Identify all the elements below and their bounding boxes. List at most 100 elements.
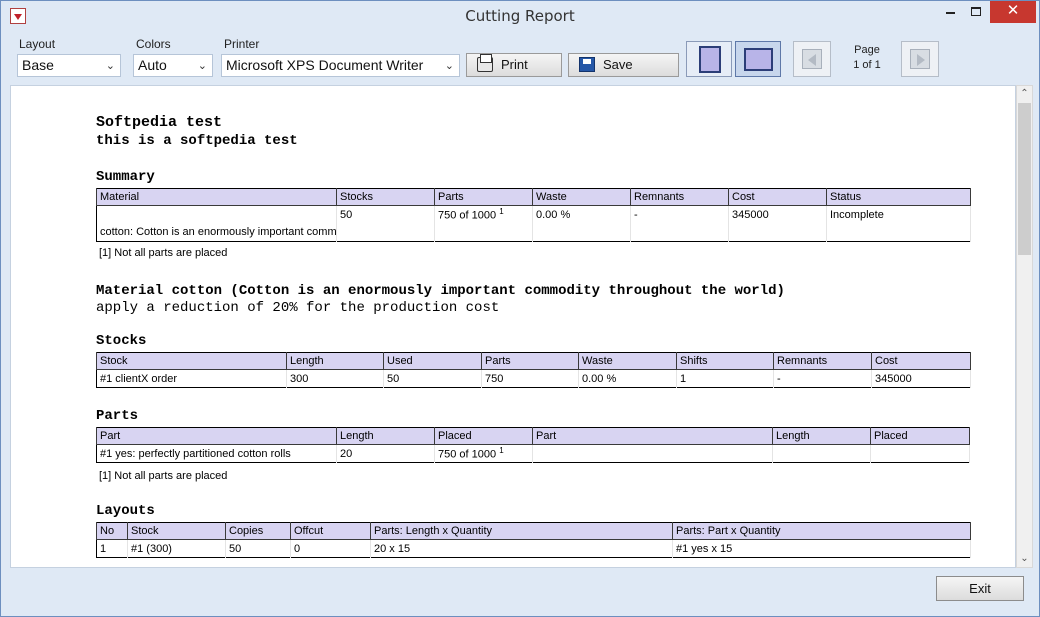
table-cell (826, 223, 971, 242)
save-button[interactable]: Save (568, 53, 679, 77)
scrollbar-thumb[interactable] (1018, 103, 1031, 255)
table-row: #1 clientX order 300 50 750 0.00 % 1 - 3… (96, 369, 971, 388)
table-cell: 50 (225, 539, 291, 558)
stocks-table: Stock Length Used Parts Waste Shifts Rem… (96, 352, 971, 388)
save-button-label: Save (603, 57, 633, 72)
print-button-label: Print (501, 57, 528, 72)
chevron-down-icon: ⌄ (105, 60, 115, 72)
column-header: Parts: Part x Quantity (672, 522, 971, 540)
maximize-icon (971, 7, 981, 17)
column-header: Part (532, 427, 773, 445)
minimize-button[interactable] (937, 1, 963, 23)
table-cell: 1 (96, 539, 128, 558)
summary-header-row: Material Stocks Parts Waste Remnants Cos… (96, 188, 971, 206)
column-header: Length (772, 427, 871, 445)
column-header: Part (96, 427, 337, 445)
table-row: #1 yes: perfectly partitioned cotton rol… (96, 444, 970, 463)
material-heading: Material cotton (Cotton is an enormously… (96, 283, 785, 299)
column-header: Cost (728, 188, 827, 206)
column-header: Stocks (336, 188, 435, 206)
column-header: Copies (225, 522, 291, 540)
colors-select[interactable]: Auto ⌄ (133, 54, 213, 77)
parts-header-row: Part Length Placed Part Length Placed (96, 427, 970, 445)
table-row: 50 750 of 1000 1 0.00 % - 345000 Incompl… (96, 205, 971, 224)
column-header: Parts (434, 188, 533, 206)
parts-table: Part Length Placed Part Length Placed #1… (96, 427, 970, 463)
next-page-button[interactable] (901, 41, 939, 77)
table-cell: #1 yes x 15 (672, 539, 971, 558)
table-cell (772, 444, 871, 463)
previous-page-button[interactable] (793, 41, 831, 77)
table-cell (434, 223, 533, 242)
table-cell: #1 (300) (127, 539, 226, 558)
table-cell: - (773, 369, 872, 388)
table-cell: #1 yes: perfectly partitioned cotton rol… (96, 444, 337, 463)
table-row: cotton: Cotton is an enormously importan… (96, 223, 971, 242)
summary-table: Material Stocks Parts Waste Remnants Cos… (96, 188, 971, 242)
table-cell: 750 of 1000 1 (434, 205, 533, 224)
report-preview[interactable]: Softpedia test this is a softpedia test … (10, 85, 1016, 568)
scroll-down-icon[interactable]: ⌄ (1017, 551, 1032, 567)
parts-heading: Parts (96, 408, 139, 424)
maximize-button[interactable] (963, 1, 989, 23)
printer-select[interactable]: Microsoft XPS Document Writer ⌄ (221, 54, 460, 77)
table-cell: 345000 (728, 205, 827, 224)
table-cell (336, 223, 435, 242)
printer-icon (477, 54, 493, 72)
table-cell: 1 (676, 369, 774, 388)
window-title: Cutting Report (465, 7, 575, 25)
table-cell (532, 223, 631, 242)
landscape-view-button[interactable] (735, 41, 781, 77)
table-cell: Incomplete (826, 205, 971, 224)
printer-select-value: Microsoft XPS Document Writer (226, 57, 424, 73)
table-cell: 20 (336, 444, 435, 463)
layout-select-value: Base (22, 57, 54, 73)
chevron-down-icon: ⌄ (444, 60, 454, 72)
layout-label: Layout (19, 37, 56, 51)
vertical-scrollbar[interactable]: ⌃ ⌄ (1016, 85, 1033, 568)
portrait-view-button[interactable] (686, 41, 732, 77)
colors-label: Colors (136, 37, 171, 51)
colors-select-value: Auto (138, 57, 167, 73)
summary-heading: Summary (96, 169, 155, 185)
table-cell: 0.00 % (578, 369, 677, 388)
summary-footnote: [1] Not all parts are placed (99, 247, 228, 259)
exit-button[interactable]: Exit (936, 576, 1024, 601)
column-header: Waste (532, 188, 631, 206)
layout-select[interactable]: Base ⌄ (17, 54, 121, 77)
column-header: Length (336, 427, 435, 445)
previous-page-icon (802, 49, 822, 69)
page-label: Page (854, 44, 880, 56)
table-cell (728, 223, 827, 242)
close-button[interactable]: ✕ (990, 1, 1036, 23)
column-header: Remnants (773, 352, 872, 370)
report-subtitle: this is a softpedia test (96, 133, 298, 149)
column-header: No (96, 522, 128, 540)
footnote-mark: 1 (499, 207, 504, 217)
cutting-report-window: Cutting Report ✕ Layout Base ⌄ Colors Au… (0, 0, 1040, 617)
layouts-heading: Layouts (96, 503, 155, 519)
table-cell: #1 clientX order (96, 369, 287, 388)
stocks-heading: Stocks (96, 333, 147, 349)
column-header: Remnants (630, 188, 729, 206)
table-cell (630, 223, 729, 242)
column-header: Offcut (290, 522, 371, 540)
scroll-up-icon[interactable]: ⌃ (1017, 86, 1032, 102)
footer-bar: Exit (1, 568, 1039, 616)
column-header: Placed (434, 427, 533, 445)
column-header: Waste (578, 352, 677, 370)
page-value: 1 of 1 (853, 59, 881, 71)
column-header: Stock (96, 352, 287, 370)
print-button[interactable]: Print (466, 53, 562, 77)
table-cell: 0.00 % (532, 205, 631, 224)
parts-value: 750 of 1000 (438, 210, 497, 223)
table-cell: 300 (286, 369, 384, 388)
close-icon: ✕ (1006, 2, 1020, 19)
table-cell (870, 444, 970, 463)
report-title: Softpedia test (96, 114, 223, 131)
next-page-icon (910, 49, 930, 69)
layouts-table: No Stock Copies Offcut Parts: Length x Q… (96, 522, 971, 558)
column-header: Parts (481, 352, 579, 370)
table-cell: 750 of 1000 1 (434, 444, 533, 463)
table-cell: 750 (481, 369, 579, 388)
